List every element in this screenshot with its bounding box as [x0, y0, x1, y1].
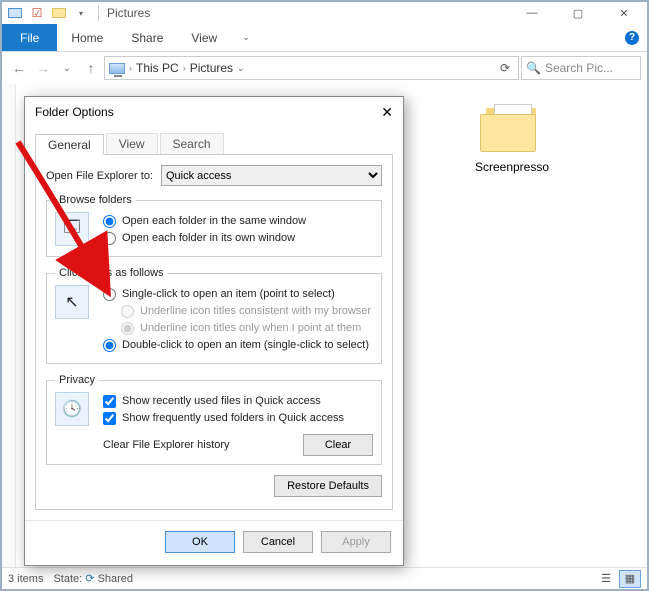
radio-double-click-label: Double-click to open an item (single-cli… [122, 338, 369, 353]
tab-view[interactable]: View [106, 133, 158, 154]
check-recent-files[interactable] [103, 395, 116, 408]
help-button[interactable]: ? [617, 24, 647, 51]
open-to-label: Open File Explorer to: [46, 170, 153, 182]
radio-single-click[interactable] [103, 288, 116, 301]
minimize-button[interactable]: — [509, 2, 555, 24]
large-icons-view-button[interactable]: ▦ [619, 570, 641, 588]
search-input[interactable]: 🔍 Search Pic... [521, 56, 641, 80]
forward-button[interactable]: → [32, 57, 54, 79]
refresh-button[interactable]: ⟳ [496, 61, 514, 75]
folder-item-screenpresso[interactable]: Screenpresso [462, 104, 562, 174]
click-icon: ↖ [55, 285, 89, 319]
address-bar[interactable]: › This PC › Pictures ⌄ ⟳ [104, 56, 519, 80]
search-placeholder: Search Pic... [545, 61, 613, 75]
check-recent-files-label: Show recently used files in Quick access [122, 394, 321, 409]
folder-label: Screenpresso [462, 160, 562, 174]
folder-options-dialog: Folder Options ✕ General View Search Ope… [24, 96, 404, 566]
click-items-legend: Click items as follows [55, 267, 168, 279]
window-controls: — ▢ ✕ [509, 2, 647, 24]
separator [98, 5, 99, 21]
new-folder-icon[interactable] [50, 5, 68, 21]
ribbon-tabs: File Home Share View ⌄ ? [2, 24, 647, 52]
click-items-group: Click items as follows ↖ Single-click to… [46, 267, 382, 364]
clear-button[interactable]: Clear [303, 434, 373, 456]
open-to-select[interactable]: Quick access [161, 165, 382, 186]
privacy-icon: 🕓 [55, 392, 89, 426]
breadcrumb-this-pc[interactable]: This PC [136, 61, 179, 75]
dialog-titlebar[interactable]: Folder Options ✕ [25, 97, 403, 127]
state-label: State: ⟳ Shared [53, 572, 133, 585]
privacy-group: Privacy 🕓 Show recently used files in Qu… [46, 374, 382, 465]
app-icon [6, 5, 24, 21]
search-icon: 🔍 [526, 61, 541, 75]
maximize-button[interactable]: ▢ [555, 2, 601, 24]
radio-own-window[interactable] [103, 232, 116, 245]
breadcrumb-pictures[interactable]: Pictures [190, 61, 233, 75]
chevron-right-icon[interactable]: › [129, 63, 132, 73]
radio-own-window-label: Open each folder in its own window [122, 231, 295, 246]
clear-history-label: Clear File Explorer history [103, 439, 230, 451]
privacy-legend: Privacy [55, 374, 99, 386]
address-bar-row: ← → ⌄ ↑ › This PC › Pictures ⌄ ⟳ 🔍 Searc… [2, 52, 647, 84]
ribbon-expand-icon[interactable]: ⌄ [231, 24, 261, 51]
window-title: Pictures [107, 6, 150, 20]
address-dropdown-icon[interactable]: ⌄ [233, 63, 249, 74]
restore-defaults-button[interactable]: Restore Defaults [274, 475, 382, 497]
tab-search[interactable]: Search [160, 133, 224, 154]
radio-same-window[interactable] [103, 215, 116, 228]
close-button[interactable]: ✕ [601, 2, 647, 24]
tab-home[interactable]: Home [57, 24, 117, 51]
view-switcher: ☰ ▦ [595, 570, 641, 588]
cancel-button[interactable]: Cancel [243, 531, 313, 553]
dialog-footer: OK Cancel Apply [25, 520, 403, 565]
apply-button[interactable]: Apply [321, 531, 391, 553]
item-count: 3 items [8, 573, 43, 585]
chevron-right-icon[interactable]: › [183, 63, 186, 73]
ok-button[interactable]: OK [165, 531, 235, 553]
tab-general[interactable]: General [35, 134, 104, 155]
radio-underline-point-label: Underline icon titles only when I point … [140, 321, 361, 336]
nav-pane[interactable] [2, 84, 16, 567]
radio-underline-point [121, 322, 134, 335]
browse-folders-group: Browse folders 🗔 Open each folder in the… [46, 194, 382, 257]
check-freq-folders[interactable] [103, 412, 116, 425]
recent-locations-button[interactable]: ⌄ [56, 57, 78, 79]
check-freq-folders-label: Show frequently used folders in Quick ac… [122, 411, 344, 426]
back-button[interactable]: ← [8, 57, 30, 79]
dialog-tabs: General View Search [35, 133, 393, 155]
tab-panel-general: Open File Explorer to: Quick access Brow… [35, 155, 393, 510]
status-bar: 3 items State: ⟳ Shared ☰ ▦ [2, 567, 647, 589]
dialog-close-button[interactable]: ✕ [381, 104, 393, 121]
up-button[interactable]: ↑ [80, 57, 102, 79]
tab-view[interactable]: View [177, 24, 231, 51]
dialog-title: Folder Options [35, 105, 114, 119]
radio-underline-browser-label: Underline icon titles consistent with my… [140, 304, 371, 319]
tab-share[interactable]: Share [117, 24, 177, 51]
qat-dropdown-icon[interactable]: ▾ [72, 5, 90, 21]
pc-icon [109, 63, 125, 74]
browse-folders-legend: Browse folders [55, 194, 136, 206]
radio-underline-browser [121, 305, 134, 318]
folder-icon [480, 104, 544, 154]
browse-icon: 🗔 [55, 212, 89, 246]
properties-icon[interactable]: ☑ [28, 5, 46, 21]
details-view-button[interactable]: ☰ [595, 570, 617, 588]
radio-double-click[interactable] [103, 339, 116, 352]
radio-single-click-label: Single-click to open an item (point to s… [122, 287, 335, 302]
file-tab[interactable]: File [2, 24, 57, 51]
radio-same-window-label: Open each folder in the same window [122, 214, 306, 229]
